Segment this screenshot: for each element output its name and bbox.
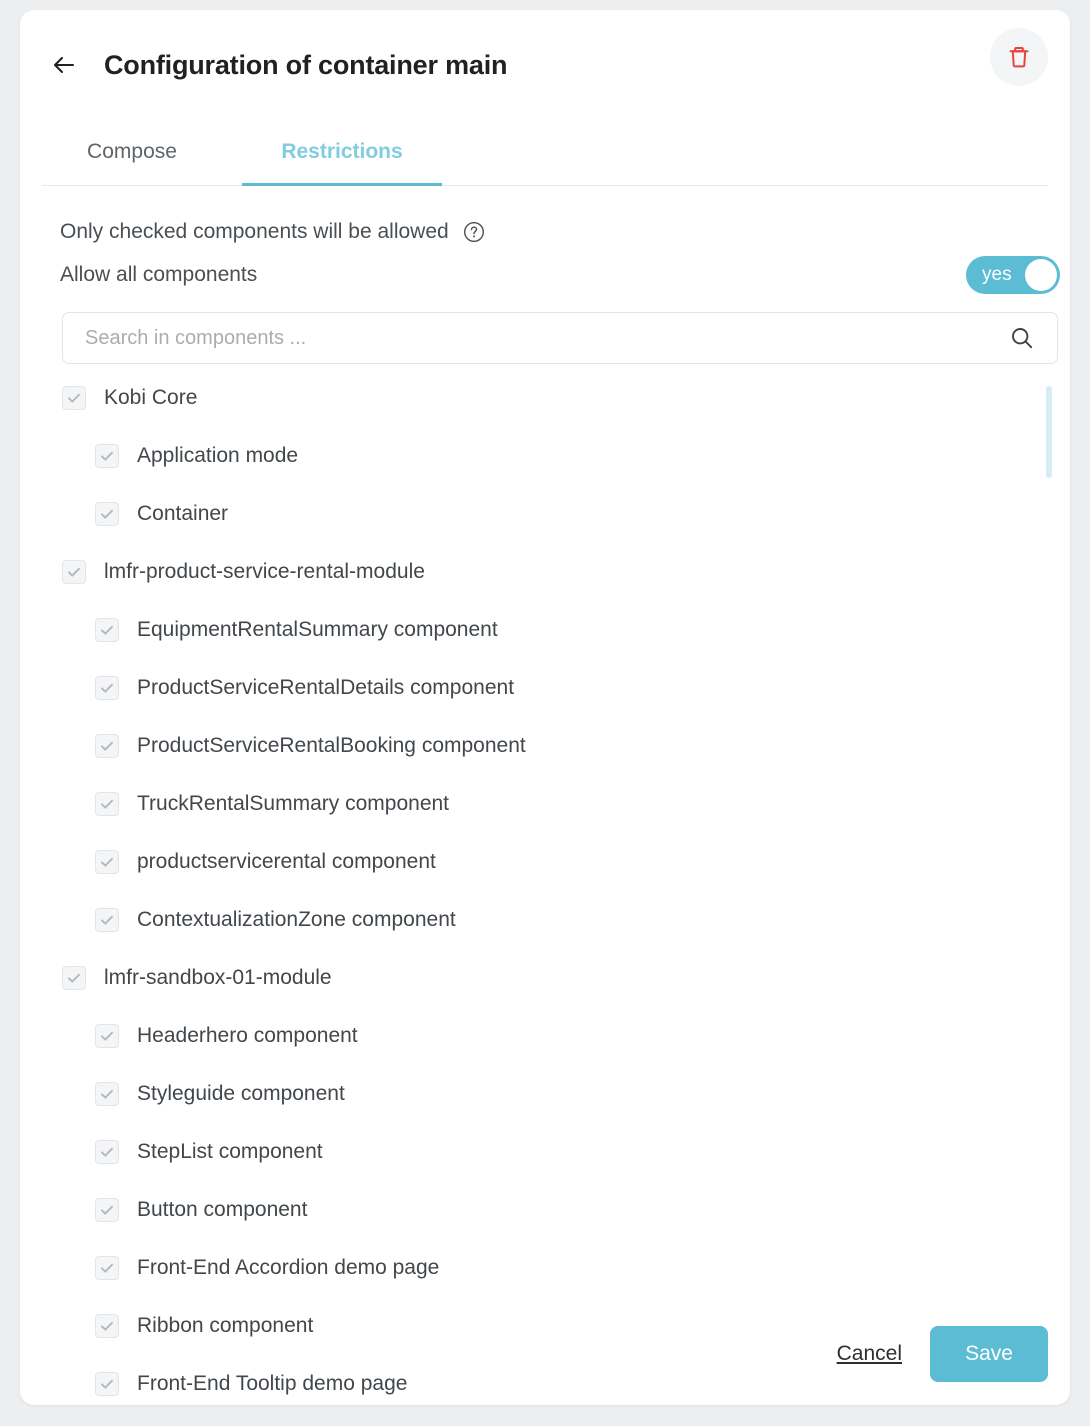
restrictions-info-text: Only checked components will be allowed [60, 220, 449, 243]
search-icon[interactable] [1009, 325, 1035, 351]
tree-item-label: Kobi Core [104, 386, 198, 409]
tree-item-label: Application mode [137, 444, 299, 467]
app-page: Configuration of container main Compose … [0, 0, 1090, 1426]
tree-item-component[interactable]: TruckRentalSummary component [95, 790, 1068, 818]
tree-item-component[interactable]: Headerhero component [95, 1022, 1068, 1050]
tree-item-label: EquipmentRentalSummary component [137, 618, 498, 641]
checkbox-checked-icon[interactable] [95, 1198, 119, 1222]
cancel-button[interactable]: Cancel [835, 1338, 904, 1370]
checkbox-checked-icon[interactable] [95, 444, 119, 468]
tree-item-label: Front-End Accordion demo page [137, 1256, 440, 1279]
checkbox-checked-icon[interactable] [95, 502, 119, 526]
card-header: Configuration of container main [20, 10, 1070, 120]
restrictions-info-row: Only checked components will be allowed [60, 220, 485, 244]
checkbox-checked-icon[interactable] [95, 676, 119, 700]
tree-item-label: ProductServiceRentalBooking component [137, 734, 526, 757]
tree-scrollbar[interactable] [1046, 386, 1052, 1405]
allow-all-toggle[interactable]: yes [966, 256, 1060, 294]
checkbox-checked-icon[interactable] [95, 1024, 119, 1048]
page-title: Configuration of container main [104, 49, 508, 80]
checkbox-checked-icon[interactable] [95, 734, 119, 758]
tree-item-component[interactable]: EquipmentRentalSummary component [95, 616, 1068, 644]
tree-item-component[interactable]: ContextualizationZone component [95, 906, 1068, 934]
allow-all-label: Allow all components [60, 263, 258, 286]
tree-scrollbar-thumb[interactable] [1046, 386, 1052, 478]
back-button[interactable] [42, 43, 86, 87]
tab-compose[interactable]: Compose [42, 119, 222, 185]
allow-all-row: Allow all components yes [60, 256, 1060, 294]
toggle-knob [1025, 259, 1057, 291]
tab-restrictions[interactable]: Restrictions [242, 119, 442, 186]
tree-item-label: Headerhero component [137, 1024, 358, 1047]
tree-item-component[interactable]: Application mode [95, 442, 1068, 470]
tree-item-label: TruckRentalSummary component [137, 792, 450, 815]
tree-item-label: Front-End Tooltip demo page [137, 1372, 408, 1395]
tree-item-label: StepList component [137, 1140, 323, 1163]
tree-item-label: Styleguide component [137, 1082, 345, 1105]
tree-item-module[interactable]: lmfr-sandbox-01-module [62, 964, 1068, 992]
tree-item-label: ProductServiceRentalDetails component [137, 676, 515, 699]
tree-item-component[interactable]: StepList component [95, 1138, 1068, 1166]
tree-item-label: ContextualizationZone component [137, 908, 456, 931]
delete-button[interactable] [990, 28, 1048, 86]
tree-item-component[interactable]: Styleguide component [95, 1080, 1068, 1108]
component-tree: Kobi Core Application mode Container lmfr-p… [62, 384, 1068, 1405]
question-circle-icon[interactable] [463, 221, 485, 243]
tree-item-label: lmfr-product-service-rental-module [104, 560, 425, 583]
checkbox-checked-icon[interactable] [95, 618, 119, 642]
checkbox-checked-icon[interactable] [95, 908, 119, 932]
checkbox-checked-icon[interactable] [95, 850, 119, 874]
tree-item-module[interactable]: lmfr-product-service-rental-module [62, 558, 1068, 586]
checkbox-checked-icon[interactable] [95, 1082, 119, 1106]
tree-item-component[interactable]: Front-End Accordion demo page [95, 1254, 1068, 1282]
checkbox-checked-icon[interactable] [62, 386, 86, 410]
checkbox-checked-icon[interactable] [95, 1140, 119, 1164]
checkbox-checked-icon[interactable] [95, 1372, 119, 1396]
configuration-card: Configuration of container main Compose … [20, 10, 1070, 1405]
tree-item-component[interactable]: Button component [95, 1196, 1068, 1224]
tree-item-component[interactable]: ProductServiceRentalBooking component [95, 732, 1068, 760]
arrow-left-icon [49, 50, 79, 80]
tree-item-component[interactable]: productservicerental component [95, 848, 1068, 876]
checkbox-checked-icon[interactable] [62, 966, 86, 990]
tab-bar: Compose Restrictions [42, 118, 1048, 186]
trash-icon [1006, 44, 1032, 70]
tree-item-component[interactable]: ProductServiceRentalDetails component [95, 674, 1068, 702]
checkbox-checked-icon[interactable] [62, 560, 86, 584]
checkbox-checked-icon[interactable] [95, 792, 119, 816]
tree-item-label: productservicerental component [137, 850, 436, 873]
tree-item-component[interactable]: Container [95, 500, 1068, 528]
search-input[interactable] [63, 326, 1009, 350]
checkbox-checked-icon[interactable] [95, 1314, 119, 1338]
footer-actions: Cancel Save [835, 1326, 1048, 1382]
tree-item-label: Container [137, 502, 229, 525]
toggle-value-label: yes [982, 264, 1012, 285]
tree-item-module[interactable]: Kobi Core [62, 384, 1068, 412]
save-button[interactable]: Save [930, 1326, 1048, 1382]
checkbox-checked-icon[interactable] [95, 1256, 119, 1280]
tree-item-label: lmfr-sandbox-01-module [104, 966, 332, 989]
tree-item-label: Ribbon component [137, 1314, 314, 1337]
search-box[interactable] [62, 312, 1058, 364]
tree-item-label: Button component [137, 1198, 308, 1221]
